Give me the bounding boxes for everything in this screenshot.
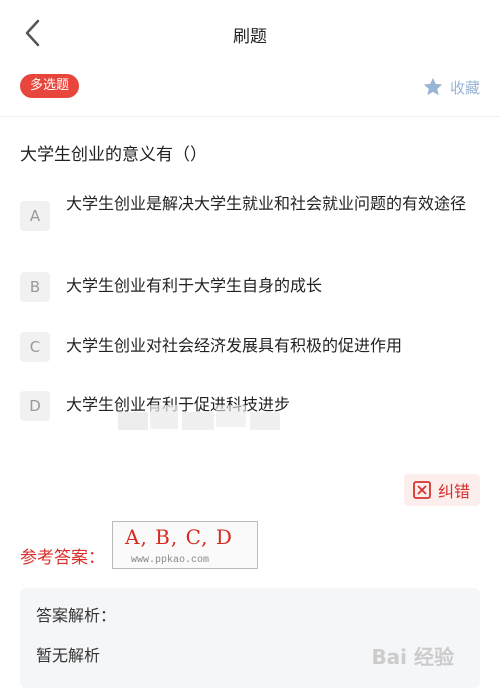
star-icon — [423, 77, 443, 96]
analysis-title: 答案解析： — [36, 606, 117, 625]
answer-label: 参考答案： — [20, 548, 105, 568]
redaction-block — [216, 405, 246, 427]
option-text: 大学生创业是解决大学生就业和社会就业问题的有效途径 — [66, 194, 467, 213]
option-b[interactable]: B 大学生创业有利于大学生自身的成长 — [20, 272, 480, 302]
correction-label: 纠错 — [437, 482, 470, 501]
report-error-icon — [413, 481, 431, 499]
favorite-label: 收藏 — [449, 78, 480, 97]
redaction-block — [182, 412, 214, 430]
divider — [0, 116, 500, 117]
header: 刷题 — [0, 8, 500, 58]
baidu-jingyan-logo: Bai 经验 — [371, 645, 454, 669]
option-text: 大学生创业对社会经济发展具有积极的促进作用 — [66, 336, 403, 355]
option-letter: A — [20, 201, 50, 231]
favorite-button[interactable]: 收藏 — [422, 74, 480, 100]
status-bar — [0, 0, 500, 8]
question-stem: 大学生创业的意义有（） — [20, 145, 207, 165]
correction-button[interactable]: 纠错 — [403, 474, 480, 506]
analysis-body: 暂无解析 — [36, 646, 101, 665]
question-type-badge: 多选题 — [20, 74, 80, 98]
option-letter: D — [20, 391, 50, 421]
analysis-card: 答案解析： 暂无解析 Bai 经验 — [20, 588, 480, 688]
option-c[interactable]: C 大学生创业对社会经济发展具有积极的促进作用 — [20, 332, 480, 362]
option-letter: C — [20, 332, 50, 362]
redaction-block — [118, 412, 148, 430]
option-letter: B — [20, 272, 50, 302]
option-text: 大学生创业有利于大学生自身的成长 — [66, 276, 323, 295]
answer-watermark: www.ppkao.com — [131, 555, 210, 566]
answer-image: A, B, C, D www.ppkao.com — [112, 521, 258, 569]
page-title: 刷题 — [233, 27, 267, 47]
redaction-block — [150, 405, 178, 429]
option-a[interactable]: A 大学生创业是解决大学生就业和社会就业问题的有效途径 — [20, 190, 480, 231]
answer-value: A, B, C, D — [125, 525, 233, 549]
redaction-block — [250, 412, 280, 430]
